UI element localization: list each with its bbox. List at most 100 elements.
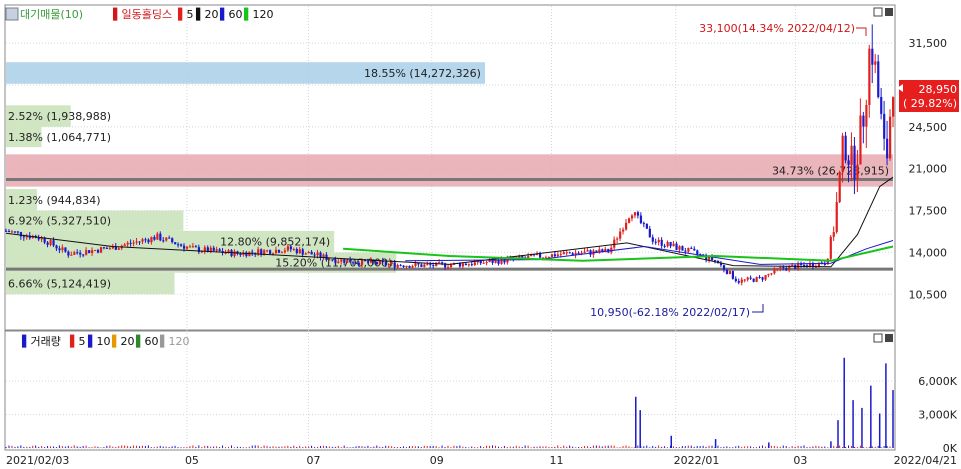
candle-body — [616, 238, 619, 240]
candle-body — [61, 247, 64, 251]
volume-legend-ma5: ▌5 — [69, 334, 85, 348]
candle-body — [283, 250, 287, 253]
x-axis-tick-label: 09 — [430, 454, 444, 467]
candle-body — [696, 250, 699, 255]
ma-line-120 — [343, 245, 894, 262]
candle-body — [96, 250, 100, 253]
candle-body — [135, 241, 138, 243]
candle-body — [429, 264, 432, 266]
price-pane-close-icon[interactable] — [885, 8, 893, 16]
candle-body — [191, 246, 195, 248]
candle-body — [16, 231, 20, 233]
candle-body — [85, 250, 88, 255]
legend-price-label: 대기매물(10) — [20, 8, 83, 21]
candle-body — [168, 237, 171, 239]
candle-body — [218, 249, 221, 252]
candle-body — [337, 261, 340, 263]
candle-body — [123, 244, 126, 246]
volume-pane-maximize-icon[interactable] — [873, 333, 883, 343]
candle-body — [88, 250, 91, 254]
candle-body — [883, 113, 886, 139]
candle-body — [215, 249, 218, 251]
price-pane-maximize-icon[interactable] — [873, 7, 883, 17]
candle-body — [49, 240, 52, 245]
candle-body — [257, 249, 260, 255]
candle-body — [346, 259, 349, 263]
candle-body — [660, 239, 663, 246]
candle-body — [435, 262, 438, 267]
volume-profile-label: 1.23% (944,834) — [8, 194, 101, 207]
candle-body — [393, 262, 396, 268]
candle-body — [64, 247, 67, 252]
candle-body — [794, 265, 797, 269]
candle-body — [102, 247, 106, 249]
volume-legend-ma60: ▌60 — [135, 334, 158, 348]
volume-pane-frame — [4, 330, 896, 451]
candle-body — [734, 278, 737, 282]
candle-body — [832, 232, 835, 237]
candle-body — [868, 48, 871, 105]
candle-body — [642, 223, 646, 225]
chart-menu-icon[interactable] — [5, 7, 19, 21]
candle-body — [743, 279, 746, 281]
candle-body — [162, 240, 165, 242]
candle-body — [482, 262, 485, 264]
candle-body — [871, 48, 874, 65]
candle-body — [749, 277, 752, 279]
candle-body — [355, 263, 358, 265]
candle-body — [651, 237, 654, 242]
volume-pane-close-icon[interactable] — [885, 334, 893, 342]
candle-body — [565, 252, 568, 254]
candle-body — [687, 247, 690, 252]
candle-body — [779, 267, 782, 269]
candle-body — [99, 247, 103, 253]
candle-body — [108, 248, 112, 250]
candle-body — [541, 257, 545, 259]
candle-body — [269, 250, 272, 254]
low-annotation: 10,950(-62.18% 2022/02/17) — [590, 306, 750, 319]
volume-legend-ma10: ▌10 — [87, 334, 110, 348]
candle-body — [538, 253, 542, 258]
candle-body — [7, 230, 11, 232]
candle-body — [144, 239, 147, 241]
candle-body — [654, 241, 657, 243]
volume-profile-label: 6.66% (5,124,419) — [8, 278, 111, 291]
price-tick-label: 31,500 — [909, 37, 948, 50]
candle-body — [396, 264, 399, 268]
candle-body — [239, 253, 242, 256]
volume-profile-label: 6.92% (5,327,510) — [8, 215, 111, 228]
candle-body — [194, 246, 198, 248]
candle-body — [761, 277, 764, 280]
candle-body — [177, 244, 180, 246]
candle-body — [648, 228, 651, 238]
candle-body — [755, 276, 758, 282]
candle-body — [889, 116, 892, 159]
candle-body — [366, 261, 370, 263]
candle-body — [91, 250, 94, 254]
candle-body — [877, 61, 880, 98]
candle-body — [402, 265, 405, 268]
candle-body — [37, 237, 40, 240]
candle-body — [764, 275, 767, 280]
candle-body — [467, 264, 470, 266]
candle-body — [737, 281, 740, 283]
legend-ma20: ▌20 — [195, 7, 218, 21]
candle-body — [295, 249, 298, 254]
chart-canvas[interactable]: 18.55% (14,272,326) 2.52% (1,938,988) 1.38… — [0, 0, 961, 469]
candle-body — [319, 252, 322, 258]
candle-body — [132, 242, 135, 244]
candle-body — [874, 61, 877, 65]
candle-body — [856, 164, 859, 180]
candle-body — [865, 104, 868, 127]
candle-body — [438, 262, 441, 264]
candle-body — [853, 145, 856, 180]
candle-body — [76, 252, 79, 254]
candle-body — [141, 239, 144, 242]
candle-body — [589, 250, 592, 255]
candle-body — [58, 248, 61, 251]
candle-body — [583, 251, 586, 253]
candle-body — [669, 242, 672, 247]
candle-body — [681, 246, 684, 251]
candle-body — [147, 239, 150, 243]
candle-body — [93, 250, 97, 252]
